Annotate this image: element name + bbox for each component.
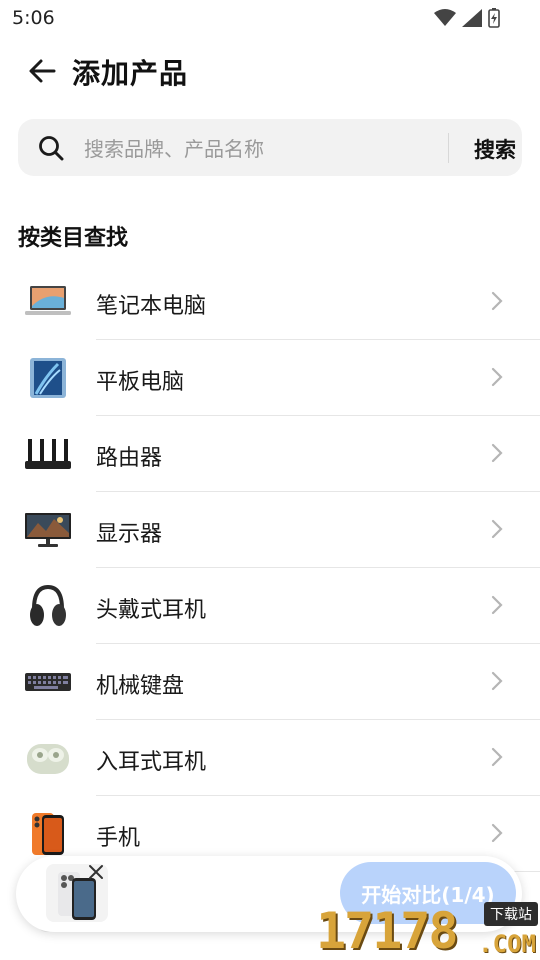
section-title: 按类目查找 bbox=[18, 226, 129, 251]
app-header: 添加产品 bbox=[0, 48, 540, 94]
laptop-icon bbox=[24, 280, 72, 324]
category-label: 头戴式耳机 bbox=[96, 598, 207, 623]
wifi-icon bbox=[434, 9, 456, 26]
category-item-keyboard[interactable]: 机械键盘 bbox=[0, 644, 540, 720]
headphones-icon bbox=[24, 584, 72, 628]
search-icon bbox=[39, 136, 64, 161]
cellular-signal-icon bbox=[462, 9, 482, 27]
category-label: 显示器 bbox=[96, 522, 163, 547]
status-time: 5:06 bbox=[12, 7, 55, 29]
chevron-right-icon bbox=[491, 291, 503, 311]
chevron-right-icon bbox=[491, 443, 503, 463]
phone-icon bbox=[24, 812, 72, 856]
keyboard-icon bbox=[24, 660, 72, 704]
chevron-right-icon bbox=[491, 367, 503, 387]
battery-icon bbox=[488, 8, 500, 28]
search-divider bbox=[448, 133, 449, 163]
category-item-monitor[interactable]: 显示器 bbox=[0, 492, 540, 568]
watermark-digits: 17178 bbox=[316, 902, 459, 960]
chevron-right-icon bbox=[491, 671, 503, 691]
monitor-icon bbox=[24, 508, 72, 552]
category-label: 路由器 bbox=[96, 446, 163, 471]
category-item-earbuds[interactable]: 入耳式耳机 bbox=[0, 720, 540, 796]
category-item-headphones[interactable]: 头戴式耳机 bbox=[0, 568, 540, 644]
search-button[interactable]: 搜索 bbox=[474, 134, 516, 164]
watermark-logo: 17178 下载站 .COM bbox=[316, 900, 540, 960]
chevron-right-icon bbox=[491, 823, 503, 843]
chevron-right-icon bbox=[491, 747, 503, 767]
search-bar: 搜索 bbox=[18, 119, 522, 176]
tablet-icon bbox=[24, 356, 72, 400]
back-arrow-icon[interactable] bbox=[26, 54, 60, 88]
category-item-laptop[interactable]: 笔记本电脑 bbox=[0, 264, 540, 340]
category-label: 入耳式耳机 bbox=[96, 750, 207, 775]
search-input[interactable] bbox=[82, 131, 436, 167]
category-list: 笔记本电脑 平板电脑 路由器 显示器 头戴式耳机 机械键盘 入耳式耳机 手机 bbox=[0, 264, 540, 872]
category-item-tablet[interactable]: 平板电脑 bbox=[0, 340, 540, 416]
category-label: 机械键盘 bbox=[96, 674, 185, 699]
category-label: 笔记本电脑 bbox=[96, 294, 207, 319]
watermark-domain: .COM bbox=[478, 930, 536, 958]
chevron-right-icon bbox=[491, 595, 503, 615]
chevron-right-icon bbox=[491, 519, 503, 539]
earbuds-icon bbox=[24, 736, 72, 780]
status-icons bbox=[434, 8, 500, 28]
status-bar: 5:06 bbox=[0, 0, 540, 36]
category-item-router[interactable]: 路由器 bbox=[0, 416, 540, 492]
category-label: 平板电脑 bbox=[96, 370, 185, 395]
router-icon bbox=[24, 432, 72, 476]
remove-product-close-icon[interactable] bbox=[86, 862, 106, 882]
watermark-tag: 下载站 bbox=[484, 902, 538, 926]
category-label: 手机 bbox=[96, 826, 141, 851]
page-title: 添加产品 bbox=[72, 57, 189, 90]
